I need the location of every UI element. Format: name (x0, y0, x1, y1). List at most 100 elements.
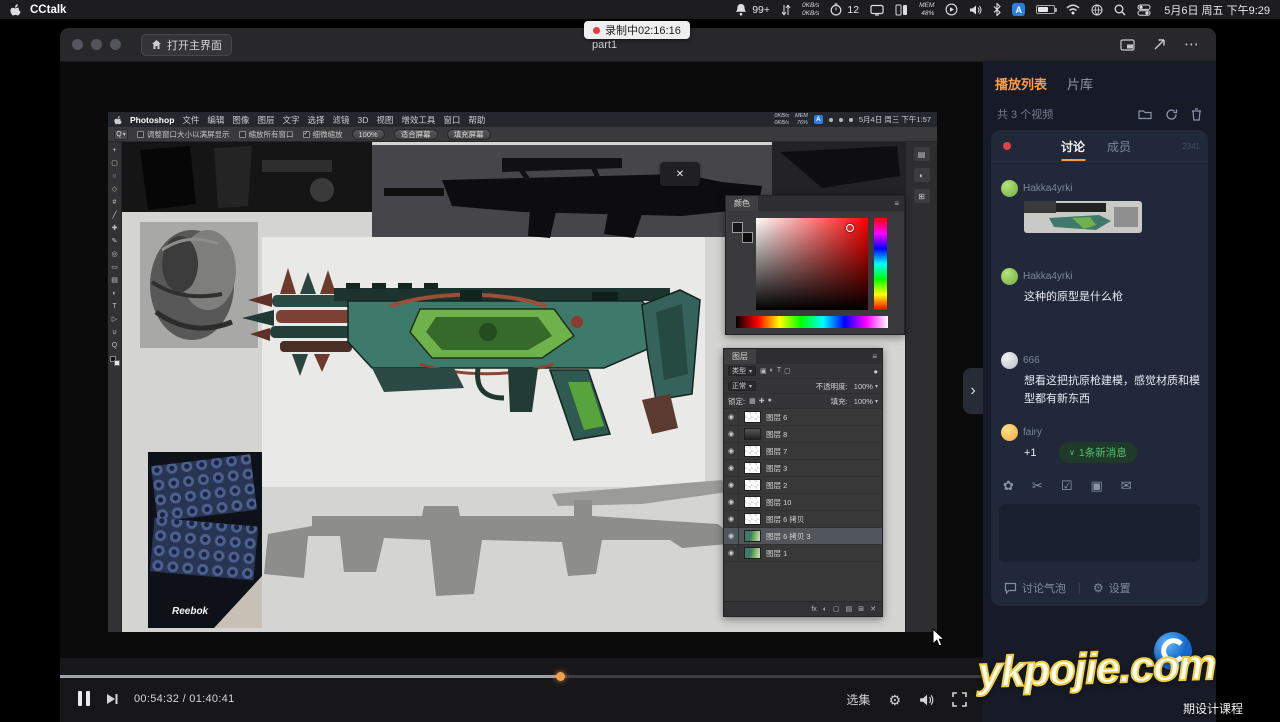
background-color-swatch[interactable] (114, 360, 120, 366)
delete-layer-icon[interactable]: ✕ (870, 605, 876, 613)
trash-icon[interactable] (1191, 108, 1202, 121)
layer-thumbnail[interactable] (744, 428, 761, 440)
color-ramp[interactable] (736, 316, 888, 328)
sidebar-collapse-button[interactable]: › (963, 368, 983, 414)
lasso-tool-icon[interactable]: ○ (112, 171, 116, 183)
ps-menu-help[interactable]: 帮助 (468, 114, 485, 126)
sticker-icon[interactable]: ✿ (1003, 478, 1014, 494)
ps-scrubby-zoom-checkbox[interactable]: 细微缩放 (303, 129, 343, 140)
fill-control[interactable]: 填充: 100%▾ (831, 396, 878, 407)
wifi-icon[interactable] (1066, 4, 1080, 15)
hue-slider[interactable] (874, 218, 887, 310)
bubble-toggle-label[interactable]: 讨论气泡 (1022, 580, 1066, 596)
ps-menu-select[interactable]: 选择 (307, 114, 324, 126)
next-button[interactable] (105, 692, 119, 706)
layer-row[interactable]: ◉图层 1 (724, 545, 882, 562)
progress-handle[interactable] (556, 672, 565, 681)
ps-zoom-tool-badge[interactable]: Q▾ (114, 129, 128, 140)
refresh-icon[interactable] (1165, 108, 1178, 121)
layer-row[interactable]: ◉图层 6 (724, 409, 882, 426)
panel-menu-icon[interactable]: ≡ (894, 199, 899, 208)
avatar[interactable] (1001, 424, 1018, 441)
settings-label[interactable]: 设置 (1109, 580, 1131, 596)
new-message-pill[interactable]: ∨ 1条新消息 (1059, 442, 1137, 463)
dock-panel-icon-1[interactable]: ▤ (914, 147, 930, 161)
visibility-eye-icon[interactable]: ◉ (724, 528, 739, 544)
clone-tool-icon[interactable]: ◎ (111, 249, 117, 261)
search-icon[interactable] (1114, 4, 1126, 16)
blend-mode-select[interactable]: 正常▾ (728, 381, 756, 391)
ps-menu-file[interactable]: 文件 (182, 114, 199, 126)
brush-tool-icon[interactable]: ✎ (112, 236, 118, 248)
folder-icon[interactable] (1138, 108, 1152, 120)
ps-resize-window-checkbox[interactable]: 调整窗口大小以满屏显示 (137, 129, 230, 140)
layers-panel-tab[interactable]: 图层 (724, 349, 756, 364)
player-volume-icon[interactable] (919, 693, 934, 707)
panel-menu-icon[interactable]: ≡ (872, 352, 877, 361)
ps-menu-3d[interactable]: 3D (358, 115, 369, 125)
message-image-attachment[interactable] (1024, 201, 1142, 233)
marquee-tool-icon[interactable]: ▢ (111, 158, 118, 170)
opacity-control[interactable]: 不透明度: 100%▾ (816, 381, 878, 392)
window-grid-icon[interactable] (895, 4, 908, 16)
ps-menu-plugins[interactable]: 增效工具 (401, 114, 435, 126)
ps-menu-view[interactable]: 视图 (376, 114, 393, 126)
avatar[interactable] (1001, 352, 1018, 369)
tab-members[interactable]: 成员 (1107, 138, 1131, 161)
filter-toggle-icon[interactable]: ● (873, 367, 878, 376)
avatar[interactable] (1001, 268, 1018, 285)
display-icon[interactable] (870, 4, 884, 16)
open-main-button[interactable]: 打开主界面 (141, 34, 232, 56)
bluetooth-icon[interactable] (993, 3, 1001, 16)
ps-menu-type[interactable]: 文字 (282, 114, 299, 126)
visibility-eye-icon[interactable]: ◉ (724, 443, 739, 459)
fx-icon[interactable]: fx (811, 606, 816, 613)
task-icon[interactable]: ☑ (1061, 478, 1073, 494)
zoom-tool-icon[interactable]: Q (112, 340, 117, 352)
memory-usage[interactable]: MEM48% (919, 2, 934, 17)
layer-filter-select[interactable]: 类型▾ (728, 366, 756, 376)
layer-row[interactable]: ◉图层 7 (724, 443, 882, 460)
layer-thumbnail[interactable] (744, 530, 761, 542)
ps-zoom-all-windows-checkbox[interactable]: 缩放所有窗口 (239, 129, 294, 140)
message-input[interactable] (999, 504, 1200, 562)
tab-discussion[interactable]: 讨论 (1061, 138, 1085, 161)
album-icon[interactable]: ▣ (1090, 478, 1102, 494)
ps-menu-edit[interactable]: 编辑 (207, 114, 224, 126)
gradient-tool-icon[interactable]: ▤ (111, 275, 118, 287)
eyedropper-tool-icon[interactable]: ╱ (112, 210, 116, 222)
battery-icon[interactable] (1036, 5, 1055, 14)
layer-thumbnail[interactable] (744, 496, 761, 508)
player-settings-icon[interactable]: ⚙ (888, 693, 901, 707)
video-area[interactable]: Photoshop 文件 编辑 图像 图层 文字 选择 滤镜 3D 视图 增效工… (60, 62, 983, 658)
clip-icon[interactable]: ✂ (1032, 478, 1043, 494)
floating-close-button[interactable]: ✕ (660, 162, 700, 186)
ps-menu-layer[interactable]: 图层 (257, 114, 274, 126)
tab-library[interactable]: 片库 (1067, 74, 1093, 93)
visibility-eye-icon[interactable]: ◉ (724, 494, 739, 510)
eraser-tool-icon[interactable]: ▭ (111, 262, 118, 274)
hand-tool-icon[interactable]: ∪ (112, 327, 117, 339)
visibility-eye-icon[interactable]: ◉ (724, 460, 739, 476)
pause-button[interactable] (78, 691, 90, 706)
apple-menu-icon[interactable] (10, 3, 21, 16)
ps-app-name[interactable]: Photoshop (130, 115, 174, 125)
layer-row[interactable]: ◉图层 3 (724, 460, 882, 477)
zoom-window-button[interactable] (110, 39, 121, 50)
control-center-icon[interactable] (1137, 4, 1151, 16)
stopwatch-icon[interactable] (830, 3, 842, 16)
close-window-button[interactable] (72, 39, 83, 50)
visibility-eye-icon[interactable]: ◉ (724, 511, 739, 527)
layer-filter-icons[interactable]: ▣ ◐ T ▢ (760, 367, 791, 375)
menubar-app-name[interactable]: CCtalk (30, 4, 66, 16)
adjustment-icon[interactable]: ▢ (833, 605, 840, 613)
new-layer-icon[interactable]: ⊞ (858, 605, 864, 613)
type-tool-icon[interactable]: T (112, 301, 116, 313)
layer-thumbnail[interactable] (744, 479, 761, 491)
color-swatches[interactable] (732, 222, 750, 240)
layer-row[interactable]: ◉图层 6 拷贝 (724, 511, 882, 528)
volume-icon[interactable] (969, 4, 982, 16)
dock-panel-icon-3[interactable]: ⊞ (914, 189, 930, 203)
ps-menu-filter[interactable]: 滤镜 (332, 114, 349, 126)
layer-thumbnail[interactable] (744, 411, 761, 423)
